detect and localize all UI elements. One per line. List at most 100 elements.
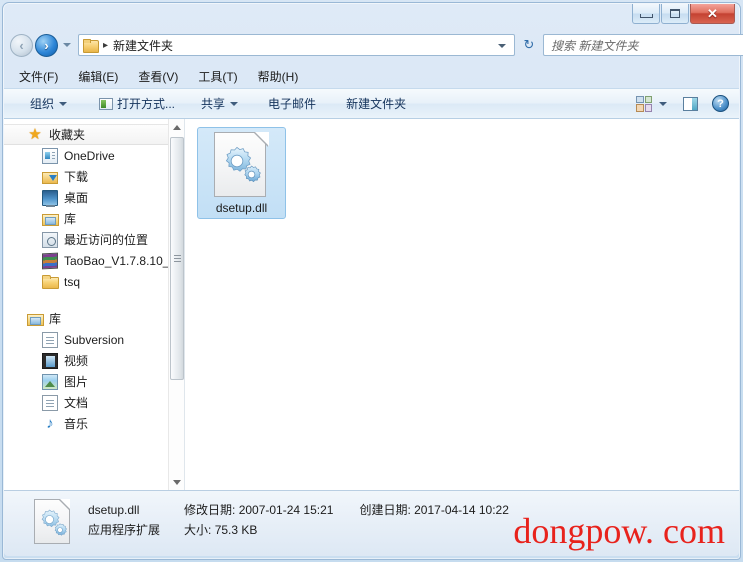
chevron-up-icon <box>173 124 181 130</box>
recent-places-icon <box>42 231 58 248</box>
minimize-button[interactable] <box>632 4 660 24</box>
view-cell <box>636 104 644 112</box>
sidebar-item-label: 音乐 <box>64 416 89 431</box>
page-fold-corner <box>60 499 70 509</box>
sidebar-item-label: Subversion <box>64 332 125 347</box>
open-with-label: 打开方式... <box>117 97 176 111</box>
document-icon <box>42 394 58 411</box>
breadcrumb[interactable]: ▸ 新建文件夹 <box>78 34 515 56</box>
toolbar-right-group: ? <box>636 95 729 112</box>
details-text-block: dsetup.dll 修改日期: 2007-01-24 15:21 创建日期: … <box>88 499 739 541</box>
menu-bar: 文件(F) 编辑(E) 查看(V) 工具(T) 帮助(H) <box>4 65 739 87</box>
view-cell <box>644 104 652 112</box>
sidebar-item-subversion[interactable]: Subversion <box>4 329 184 350</box>
sidebar-item-label: tsq <box>64 274 81 289</box>
search-placeholder: 搜索 新建文件夹 <box>551 38 639 53</box>
library-icon <box>27 311 44 327</box>
sidebar-item-label: OneDrive <box>64 148 115 163</box>
chevron-down-icon <box>59 101 68 106</box>
file-item-dsetup-dll[interactable]: dsetup.dll <box>197 127 286 219</box>
help-icon[interactable]: ? <box>712 95 729 112</box>
scrollbar-thumb[interactable] <box>170 137 184 380</box>
folder-icon <box>83 38 99 53</box>
scroll-up-button[interactable] <box>169 119 184 135</box>
change-view-icon[interactable] <box>636 95 652 112</box>
forward-arrow-icon: › <box>44 37 49 53</box>
sidebar-item-label: 桌面 <box>64 190 89 205</box>
sidebar-item-label: 库 <box>64 211 77 226</box>
dll-gear-icon <box>214 132 269 198</box>
details-pane: dsetup.dll 修改日期: 2007-01-24 15:21 创建日期: … <box>4 490 739 556</box>
sidebar-item-onedrive[interactable]: OneDrive <box>4 145 184 166</box>
details-created-value: 2017-04-14 10:22 <box>414 503 509 517</box>
menu-file[interactable]: 文件(F) <box>17 67 60 86</box>
chevron-down-icon <box>230 101 239 106</box>
sidebar-item-desktop[interactable]: 桌面 <box>4 187 184 208</box>
view-cell <box>636 95 644 103</box>
maximize-icon <box>670 9 680 18</box>
details-created-label: 创建日期: <box>359 503 411 517</box>
organize-button[interactable]: 组织 <box>24 92 73 115</box>
sidebar-item-videos[interactable]: 视频 <box>4 350 184 371</box>
breadcrumb-path[interactable]: 新建文件夹 <box>113 37 173 54</box>
open-with-button[interactable]: 打开方式... <box>93 92 181 115</box>
picture-icon <box>42 373 58 390</box>
downloads-icon <box>42 169 58 185</box>
sidebar-item-pictures[interactable]: 图片 <box>4 371 184 392</box>
view-cell <box>644 95 652 103</box>
forward-button[interactable]: › <box>35 33 58 57</box>
menu-tools[interactable]: 工具(T) <box>196 67 239 86</box>
recent-pages-chevron-down-icon[interactable] <box>63 43 71 47</box>
share-button[interactable]: 共享 <box>195 92 244 115</box>
address-chevron-down-icon[interactable] <box>498 44 506 48</box>
email-button[interactable]: 电子邮件 <box>262 92 322 115</box>
page-fold-corner <box>255 132 269 146</box>
open-with-icon <box>99 97 114 110</box>
chevron-down-icon <box>173 479 181 485</box>
details-row-2: 应用程序扩展 大小: 75.3 KB <box>88 521 739 541</box>
sidebar-item-label: 最近访问的位置 <box>64 232 149 247</box>
navigation-tree: ★ 收藏夹 OneDrive 下载 桌面 库 最近访问的位置 TaoBao_V1… <box>4 119 184 434</box>
sidebar-group-favorites[interactable]: ★ 收藏夹 <box>4 124 184 145</box>
sidebar-item-downloads[interactable]: 下载 <box>4 166 184 187</box>
share-label: 共享 <box>201 97 226 111</box>
back-arrow-icon: ‹ <box>19 37 24 53</box>
breadcrumb-separator-icon: ▸ <box>103 39 109 51</box>
command-toolbar: 组织 打开方式... 共享 电子邮件 新建文件夹 ? <box>4 88 739 119</box>
sidebar-item-label: 文档 <box>64 395 89 410</box>
video-icon <box>42 352 58 369</box>
preview-pane-icon[interactable] <box>683 96 698 111</box>
gear-small-icon <box>54 523 67 536</box>
navigation-arrows: ‹ › <box>10 33 71 57</box>
library-icon <box>42 211 59 227</box>
sidebar-item-music[interactable]: ♪ 音乐 <box>4 413 184 434</box>
menu-edit[interactable]: 编辑(E) <box>76 67 120 86</box>
sidebar-group-libraries[interactable]: 库 <box>4 308 184 329</box>
maximize-button[interactable] <box>661 4 689 24</box>
back-button[interactable]: ‹ <box>10 33 33 57</box>
file-list-pane[interactable]: dsetup.dll <box>185 119 739 490</box>
sidebar-item-recent-places[interactable]: 最近访问的位置 <box>4 229 184 250</box>
sidebar-item-label: 图片 <box>64 374 89 389</box>
new-folder-button[interactable]: 新建文件夹 <box>340 92 412 115</box>
close-button[interactable]: ✕ <box>690 4 735 24</box>
scroll-down-button[interactable] <box>169 474 184 490</box>
details-row-1: dsetup.dll 修改日期: 2007-01-24 15:21 创建日期: … <box>88 501 739 521</box>
main-area: ★ 收藏夹 OneDrive 下载 桌面 库 最近访问的位置 TaoBao_V1… <box>4 119 739 490</box>
sidebar-item-documents[interactable]: 文档 <box>4 392 184 413</box>
menu-help[interactable]: 帮助(H) <box>256 67 301 86</box>
details-modified: 修改日期: 2007-01-24 15:21 <box>184 501 333 518</box>
search-input[interactable]: 搜索 新建文件夹 <box>543 34 743 56</box>
refresh-button[interactable]: ↻ <box>518 34 540 56</box>
sidebar-item-tsq[interactable]: tsq <box>4 271 184 292</box>
sidebar-scrollbar[interactable] <box>168 119 184 490</box>
sidebar-item-library-fav[interactable]: 库 <box>4 208 184 229</box>
details-created: 创建日期: 2017-04-14 10:22 <box>359 501 508 518</box>
organize-label: 组织 <box>30 97 55 111</box>
gear-small-icon <box>244 165 261 183</box>
menu-view[interactable]: 查看(V) <box>136 67 180 86</box>
view-chevron-down-icon[interactable] <box>659 101 667 106</box>
sidebar-item-taobao[interactable]: TaoBao_V1.7.8.10_ <box>4 250 184 271</box>
sidebar-item-label: 下载 <box>64 169 89 184</box>
sidebar-group-libraries-label: 库 <box>49 311 62 326</box>
